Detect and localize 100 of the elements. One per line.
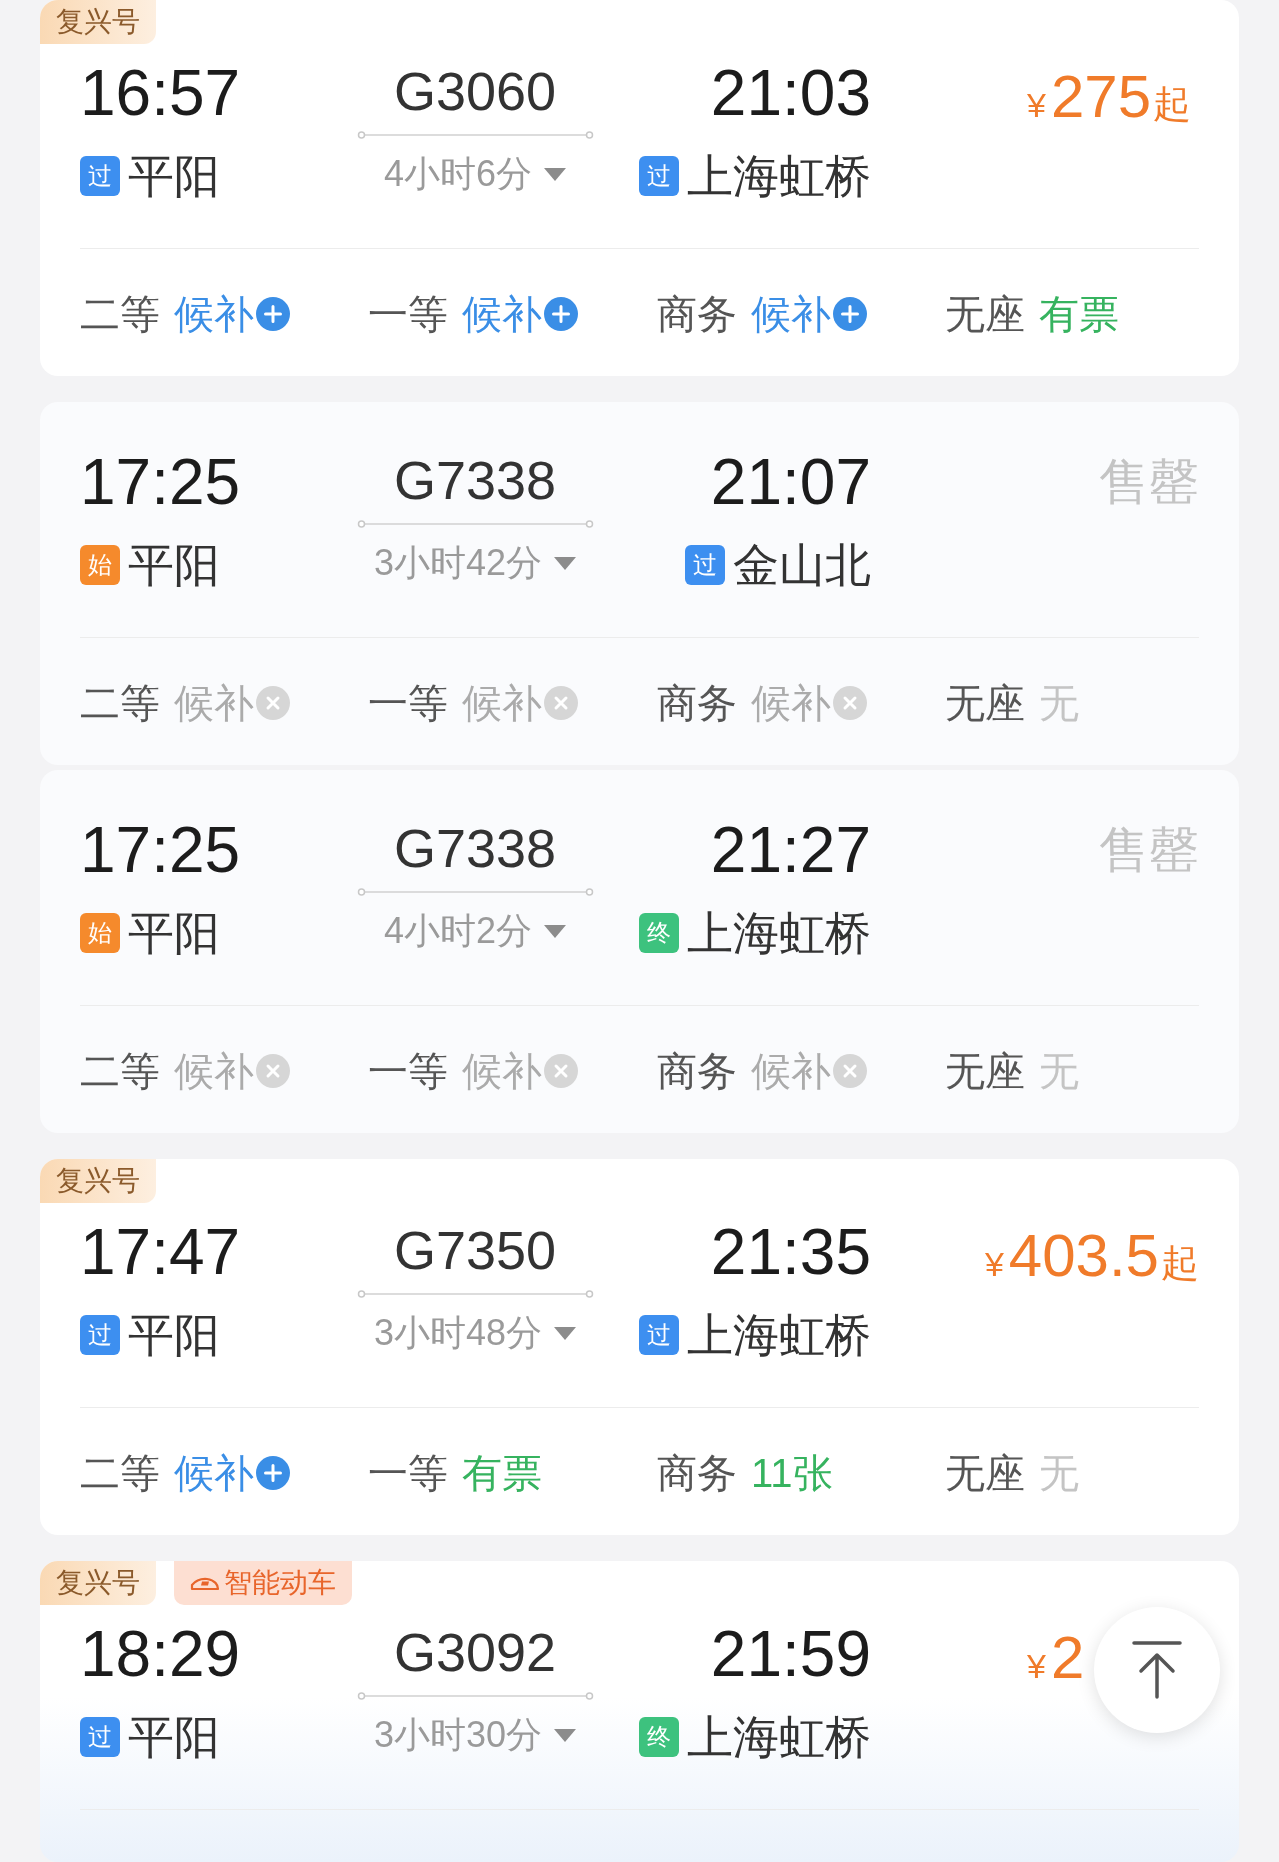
- x-circle-icon: [256, 1054, 290, 1088]
- arrival-station: 上海虹桥: [687, 152, 871, 200]
- arrival-time: 21:07: [710, 450, 871, 514]
- seat-availability: 候补: [174, 1453, 254, 1493]
- train-card[interactable]: 17:25 始 平阳 G7338 4小时2分 21:27 终 上海虹桥 售罄 二等 候补 一等 候补 商务 候补 无座 无: [40, 770, 1239, 1133]
- seat-availability: 候补: [174, 1051, 254, 1091]
- departure-station: 平阳: [128, 909, 220, 957]
- back-to-top-icon: [1132, 1641, 1182, 1699]
- tag-label: 智能动车: [224, 1569, 336, 1597]
- train-number: G7350: [393, 1223, 557, 1277]
- seat-availability: 候补: [462, 1051, 542, 1091]
- plus-circle-icon[interactable]: [256, 297, 290, 331]
- plus-circle-icon[interactable]: [544, 297, 578, 331]
- seat-class: 一等: [368, 294, 448, 334]
- seat-class: 二等: [80, 294, 160, 334]
- seat-class: 商务: [657, 1453, 737, 1493]
- route-line-icon: [356, 1691, 594, 1701]
- departure-station: 平阳: [128, 1311, 220, 1359]
- seat-availability: 候补: [462, 294, 542, 334]
- arrival-time: 21:35: [710, 1220, 871, 1284]
- seat-class: 商务: [657, 683, 737, 723]
- stop-type-badge: 过: [80, 156, 120, 196]
- arrival-station: 上海虹桥: [687, 1311, 871, 1359]
- arrival-time: 21:27: [710, 818, 871, 882]
- route-line-icon: [356, 887, 594, 897]
- seat-class: 商务: [657, 294, 737, 334]
- route-line-icon: [356, 1289, 594, 1299]
- train-card[interactable]: 复兴号 16:57 过 平阳 G3060 4小时6分 21:03 过 上海虹桥 ¥275起 二等 候补 一等 候补 商务 候补 无座 有票: [40, 0, 1239, 376]
- train-icon: [190, 1575, 220, 1591]
- x-circle-icon: [544, 686, 578, 720]
- seat-availability: 候补: [751, 683, 831, 723]
- plus-circle-icon[interactable]: [256, 1456, 290, 1490]
- departure-time: 17:25: [80, 450, 241, 514]
- stop-type-badge: 始: [80, 913, 120, 953]
- stop-type-badge: 过: [80, 1717, 120, 1757]
- seat-class: 无座: [945, 1051, 1025, 1091]
- seat-availability: 候补: [462, 683, 542, 723]
- caret-down-icon: [554, 1728, 577, 1742]
- seat-availability: 有票: [1039, 294, 1119, 334]
- seat-availability: 候补: [174, 683, 254, 723]
- departure-time: 17:25: [80, 818, 241, 882]
- train-number: G7338: [393, 453, 557, 507]
- x-circle-icon: [833, 686, 867, 720]
- caret-down-icon: [554, 1326, 577, 1340]
- train-card[interactable]: 17:25 始 平阳 G7338 3小时42分 21:07 过 金山北 售罄 二等 候补 一等 候补 商务 候补 无座 无: [40, 402, 1239, 765]
- seat-availability: 11张: [751, 1453, 833, 1493]
- seat-availability: 候补: [174, 294, 254, 334]
- train-card[interactable]: 复兴号 智能动车 18:29 过 平阳 G3092 3小时30分 21:59 终 上海虹桥 ¥2: [40, 1561, 1239, 1862]
- caret-down-icon: [544, 167, 566, 181]
- stop-type-badge: 过: [685, 545, 725, 585]
- stop-type-badge: 过: [80, 1315, 120, 1355]
- seat-class: 商务: [657, 1051, 737, 1091]
- seat-class: 二等: [80, 683, 160, 723]
- seat-availability: 无: [1039, 683, 1079, 723]
- arrival-station: 上海虹桥: [687, 909, 871, 957]
- caret-down-icon: [544, 924, 566, 938]
- route-line-icon: [356, 519, 594, 529]
- seat-availability: 无: [1039, 1051, 1079, 1091]
- x-circle-icon: [256, 686, 290, 720]
- x-circle-icon: [544, 1054, 578, 1088]
- seat-availability: 候补: [751, 1051, 831, 1091]
- price: ¥275起: [1027, 62, 1192, 132]
- caret-down-icon: [554, 556, 577, 570]
- departure-time: 17:47: [80, 1220, 241, 1284]
- arrival-time: 21:03: [710, 61, 871, 125]
- train-card[interactable]: 复兴号 17:47 过 平阳 G7350 3小时48分 21:35 过 上海虹桥 ¥403.5起 二等 候补 一等 有票 商务 11张 无座 无: [40, 1159, 1239, 1535]
- seat-class: 无座: [945, 294, 1025, 334]
- sold-out-label: 售罄: [1099, 453, 1199, 512]
- stop-type-badge: 过: [639, 1315, 679, 1355]
- seat-class: 一等: [368, 1051, 448, 1091]
- seat-availability: 有票: [462, 1453, 542, 1493]
- departure-time: 18:29: [80, 1622, 241, 1686]
- tag-label: 复兴号: [56, 1569, 140, 1597]
- seat-class: 无座: [945, 1453, 1025, 1493]
- seat-class: 二等: [80, 1051, 160, 1091]
- departure-station: 平阳: [128, 1713, 220, 1761]
- train-number: G3060: [393, 64, 557, 118]
- seat-class: 一等: [368, 683, 448, 723]
- stop-type-badge: 终: [639, 1717, 679, 1757]
- plus-circle-icon[interactable]: [833, 297, 867, 331]
- seat-class: 一等: [368, 1453, 448, 1493]
- train-number: G7338: [393, 821, 557, 875]
- seat-class: 二等: [80, 1453, 160, 1493]
- arrival-station: 上海虹桥: [687, 1713, 871, 1761]
- stop-type-badge: 终: [639, 913, 679, 953]
- seat-class: 无座: [945, 683, 1025, 723]
- tag-label: 复兴号: [56, 1167, 140, 1195]
- departure-station: 平阳: [128, 541, 220, 589]
- stop-type-badge: 过: [639, 156, 679, 196]
- departure-time: 16:57: [80, 61, 241, 125]
- train-number: G3092: [393, 1625, 557, 1679]
- price: ¥403.5起: [984, 1221, 1199, 1291]
- sold-out-label: 售罄: [1099, 821, 1199, 880]
- seat-availability: 无: [1039, 1453, 1079, 1493]
- price: ¥2: [1027, 1623, 1085, 1693]
- departure-station: 平阳: [128, 152, 220, 200]
- tag-label: 复兴号: [56, 8, 140, 36]
- arrival-station: 金山北: [733, 541, 871, 589]
- x-circle-icon: [833, 1054, 867, 1088]
- route-line-icon: [356, 130, 594, 140]
